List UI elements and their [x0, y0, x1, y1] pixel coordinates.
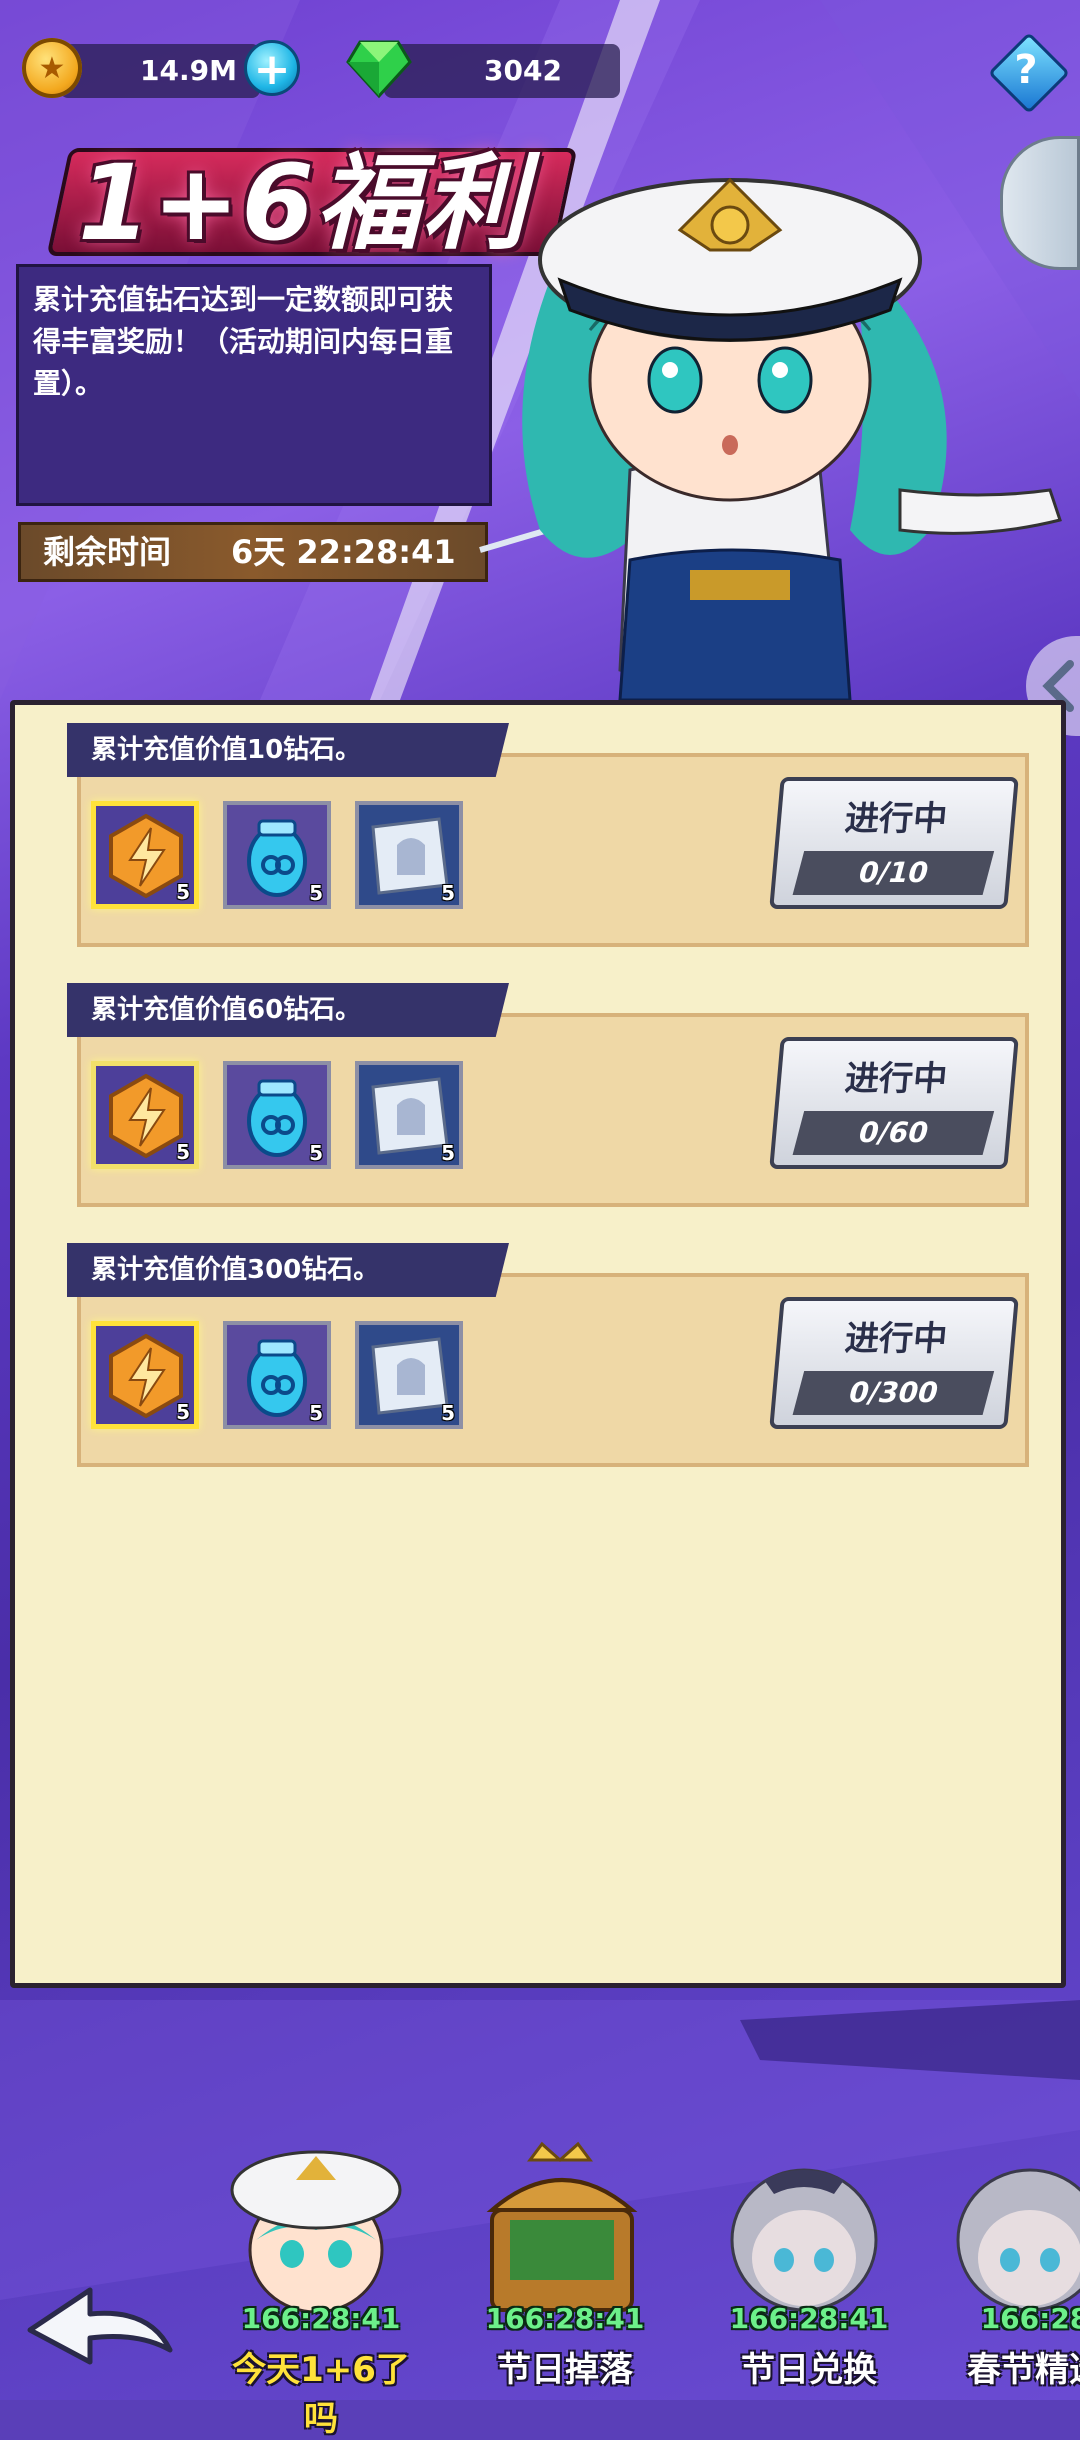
remaining-time-bar: 剩余时间 6天 22:28:41 — [18, 522, 488, 582]
task-panel: 5 5 5 进行中 0/10 累计充值价值10钻石。 5 5 5 进行中 0/6… — [10, 700, 1066, 1988]
event-tab-1plus6[interactable]: 166:28:41 今天1+6了吗 — [216, 2130, 410, 2439]
reward-item-egg[interactable]: 5 — [223, 1321, 331, 1429]
task-status-button[interactable]: 进行中 0/60 — [769, 1037, 1019, 1169]
item-count: 5 — [441, 881, 455, 905]
reward-item-energy[interactable]: 5 — [91, 1061, 199, 1169]
event-tab-label: 节日兑换 — [741, 2350, 877, 2390]
event-timer: 166:28 — [980, 2302, 1080, 2335]
progress-text: 0/10 — [792, 851, 995, 895]
task-title: 累计充值价值10钻石。 — [67, 723, 509, 777]
event-tab-festival-exchange[interactable]: 166:28:41 节日兑换 — [704, 2130, 894, 2400]
task-status-button[interactable]: 进行中 0/300 — [769, 1297, 1019, 1429]
task-card: 5 5 5 进行中 0/10 — [77, 753, 1029, 947]
progress-text: 0/60 — [792, 1111, 995, 1155]
item-count: 5 — [176, 1140, 190, 1164]
back-arrow-icon — [27, 2287, 173, 2365]
status-label: 进行中 — [843, 1319, 949, 1359]
reward-item-energy[interactable]: 5 — [91, 1321, 199, 1429]
gem-amount: 3042 — [484, 54, 562, 87]
event-timer: 166:28:41 — [729, 2302, 889, 2335]
event-timer: 166:28:41 — [485, 2302, 645, 2335]
maid-girl-avatar-icon — [730, 2168, 878, 2312]
task-card: 5 5 5 进行中 0/300 — [77, 1273, 1029, 1467]
status-label: 进行中 — [843, 799, 949, 839]
reward-item-energy[interactable]: 5 — [91, 801, 199, 909]
add-coins-button[interactable]: + — [244, 40, 300, 96]
help-button[interactable]: ? — [987, 31, 1071, 115]
progress-text: 0/300 — [792, 1371, 995, 1415]
coin-amount: 14.9M — [140, 54, 237, 87]
back-button[interactable] — [20, 2270, 180, 2370]
event-tab-spring-festival[interactable]: 166:28 春节精选 — [930, 2130, 1080, 2400]
time-value: 6天 22:28:41 — [231, 533, 456, 571]
item-count: 5 — [309, 1401, 323, 1425]
item-count: 5 — [309, 1141, 323, 1165]
time-label: 剩余时间 — [43, 533, 172, 571]
reward-item-blueprint[interactable]: 5 — [355, 1061, 463, 1169]
event-tab-label: 节日掉落 — [497, 2350, 633, 2390]
captain-girl-avatar-icon — [230, 2150, 402, 2314]
reward-item-blueprint[interactable]: 5 — [355, 1321, 463, 1429]
gem-counter: 3042 — [384, 44, 620, 98]
item-count: 5 — [441, 1141, 455, 1165]
task-row: 5 5 5 进行中 0/10 累计充值价值10钻石。 — [67, 723, 1029, 947]
task-title: 累计充值价值60钻石。 — [67, 983, 509, 1037]
event-description: 累计充值钻石达到一定数额即可获得丰富奖励！（活动期间内每日重置）。 — [16, 264, 492, 506]
reward-item-blueprint[interactable]: 5 — [355, 801, 463, 909]
status-label: 进行中 — [843, 1059, 949, 1099]
maid-girl-avatar-icon — [956, 2168, 1080, 2312]
item-count: 5 — [176, 880, 190, 904]
event-tab-festival-drop[interactable]: 166:28:41 节日掉落 — [460, 2130, 650, 2400]
reward-item-egg[interactable]: 5 — [223, 1061, 331, 1169]
task-card: 5 5 5 进行中 0/60 — [77, 1013, 1029, 1207]
event-tab-label: 今天1+6了吗 — [232, 2350, 410, 2439]
green-gem-icon — [346, 40, 412, 99]
event-tab-label: 春节精选 — [967, 2350, 1080, 2390]
item-count: 5 — [176, 1400, 190, 1424]
question-icon: ? — [1014, 47, 1038, 93]
reward-item-egg[interactable]: 5 — [223, 801, 331, 909]
coin-icon: ★ — [22, 38, 82, 98]
task-status-button[interactable]: 进行中 0/10 — [769, 777, 1019, 909]
task-title: 累计充值价值300钻石。 — [67, 1243, 509, 1297]
coin-counter: 14.9M — [60, 44, 260, 98]
item-count: 5 — [441, 1401, 455, 1425]
task-row: 5 5 5 进行中 0/300 累计充值价值300钻石。 — [67, 1243, 1029, 1467]
captain-girl-character — [479, 177, 1062, 700]
task-row: 5 5 5 进行中 0/60 累计充值价值60钻石。 — [67, 983, 1029, 1207]
event-timer: 166:28:41 — [241, 2302, 401, 2335]
item-count: 5 — [309, 881, 323, 905]
treasure-chest-icon — [486, 2141, 638, 2312]
